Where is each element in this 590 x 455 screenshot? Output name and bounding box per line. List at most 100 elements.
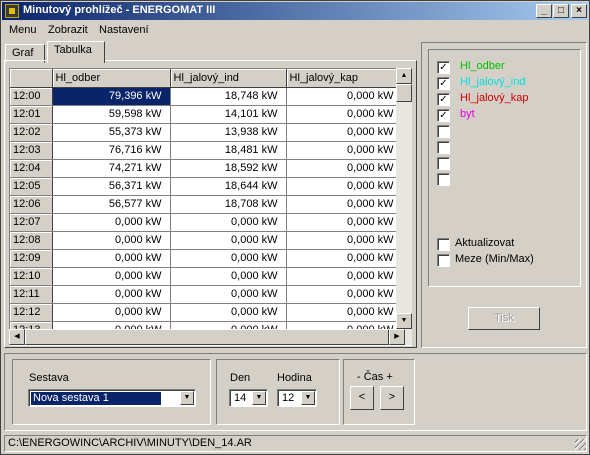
row-header[interactable]: 12:11 xyxy=(10,285,53,304)
vertical-scroll-thumb[interactable] xyxy=(396,84,412,102)
row-header[interactable]: 12:09 xyxy=(10,249,53,268)
series-checkbox[interactable] xyxy=(437,141,450,154)
table-cell[interactable]: 0,000 kW xyxy=(170,213,287,232)
horizontal-scrollbar[interactable]: ◀ ▶ xyxy=(9,329,412,345)
table-cell[interactable]: 0,000 kW xyxy=(52,285,171,304)
row-header[interactable]: 12:04 xyxy=(10,159,53,178)
vertical-scrollbar[interactable]: ▲ ▼ xyxy=(396,68,412,329)
menu-item-zobrazit[interactable]: Zobrazit xyxy=(48,24,88,36)
table-row[interactable]: 12:09 0,000 kW 0,000 kW 0,000 kW xyxy=(10,249,403,268)
row-header[interactable]: 12:08 xyxy=(10,231,53,250)
table-cell[interactable]: 14,101 kW xyxy=(170,105,287,124)
table-cell[interactable]: 0,000 kW xyxy=(286,195,403,214)
series-checkbox[interactable]: ✓ xyxy=(437,93,450,106)
series-checkbox[interactable]: ✓ xyxy=(437,109,450,122)
scroll-down-icon[interactable]: ▼ xyxy=(396,313,412,329)
table-cell[interactable]: 0,000 kW xyxy=(170,267,287,286)
table-cell[interactable]: 18,644 kW xyxy=(170,177,287,196)
time-prev-button[interactable]: < xyxy=(350,386,374,410)
close-icon[interactable]: × xyxy=(571,4,587,18)
series-checkbox[interactable]: ✓ xyxy=(437,61,450,74)
table-cell[interactable]: 74,271 kW xyxy=(52,159,171,178)
series-checkbox[interactable] xyxy=(437,173,450,186)
table-cell[interactable]: 79,396 kW xyxy=(52,87,171,106)
scroll-right-icon[interactable]: ▶ xyxy=(389,329,405,345)
table-cell[interactable]: 18,481 kW xyxy=(170,141,287,160)
scroll-up-icon[interactable]: ▲ xyxy=(396,68,412,84)
table-cell[interactable]: 0,000 kW xyxy=(286,249,403,268)
table-cell[interactable]: 0,000 kW xyxy=(170,303,287,322)
table-row[interactable]: 12:05 56,371 kW 18,644 kW 0,000 kW xyxy=(10,177,403,196)
table-row[interactable]: 12:04 74,271 kW 18,592 kW 0,000 kW xyxy=(10,159,403,178)
column-header-hl-jalovy-ind[interactable]: Hl_jalový_ind xyxy=(170,69,287,88)
table-cell[interactable]: 0,000 kW xyxy=(52,231,171,250)
column-header-hl-jalovy-kap[interactable]: Hl_jalový_kap xyxy=(286,69,403,88)
table-cell[interactable]: 0,000 kW xyxy=(52,213,171,232)
series-checkbox[interactable] xyxy=(437,125,450,138)
row-header[interactable]: 12:02 xyxy=(10,123,53,142)
dropdown-arrow-icon[interactable]: ▼ xyxy=(301,391,315,405)
row-header[interactable]: 12:03 xyxy=(10,141,53,160)
menu-item-menu[interactable]: Menu xyxy=(9,24,37,36)
series-checkbox[interactable]: ✓ xyxy=(437,77,450,90)
table-row[interactable]: 12:12 0,000 kW 0,000 kW 0,000 kW xyxy=(10,303,403,322)
table-cell[interactable]: 56,577 kW xyxy=(52,195,171,214)
table-row[interactable]: 12:10 0,000 kW 0,000 kW 0,000 kW xyxy=(10,267,403,286)
scroll-left-icon[interactable]: ◀ xyxy=(9,329,25,345)
table-row[interactable]: 12:03 76,716 kW 18,481 kW 0,000 kW xyxy=(10,141,403,160)
table-cell[interactable]: 0,000 kW xyxy=(170,249,287,268)
table-cell[interactable]: 59,598 kW xyxy=(52,105,171,124)
table-cell[interactable]: 0,000 kW xyxy=(286,123,403,142)
column-header-hl-odber[interactable]: Hl_odber xyxy=(52,69,171,88)
row-header[interactable]: 12:12 xyxy=(10,303,53,322)
table-cell[interactable]: 18,708 kW xyxy=(170,195,287,214)
aktualizovat-checkbox[interactable] xyxy=(437,238,450,251)
menu-item-nastaveni[interactable]: Nastavení xyxy=(99,24,149,36)
minimize-icon[interactable]: _ xyxy=(536,4,552,18)
hodina-select[interactable]: 12 ▼ xyxy=(277,389,317,407)
row-header[interactable]: 12:05 xyxy=(10,177,53,196)
den-select[interactable]: 14 ▼ xyxy=(229,389,268,407)
table-cell[interactable]: 13,938 kW xyxy=(170,123,287,142)
table-row[interactable]: 12:08 0,000 kW 0,000 kW 0,000 kW xyxy=(10,231,403,250)
table-row[interactable]: 12:06 56,577 kW 18,708 kW 0,000 kW xyxy=(10,195,403,214)
table-cell[interactable]: 56,371 kW xyxy=(52,177,171,196)
table-cell[interactable]: 55,373 kW xyxy=(52,123,171,142)
print-button[interactable]: Tisk xyxy=(468,307,540,330)
table-cell[interactable]: 0,000 kW xyxy=(52,249,171,268)
tab-tabulka[interactable]: Tabulka xyxy=(47,41,105,63)
table-row[interactable]: 12:07 0,000 kW 0,000 kW 0,000 kW xyxy=(10,213,403,232)
table-row[interactable]: 12:01 59,598 kW 14,101 kW 0,000 kW xyxy=(10,105,403,124)
dropdown-arrow-icon[interactable]: ▼ xyxy=(180,391,194,405)
sestava-select[interactable]: Nova sestava 1 ▼ xyxy=(28,389,196,407)
horizontal-scroll-thumb[interactable] xyxy=(25,329,389,345)
table-cell[interactable]: 76,716 kW xyxy=(52,141,171,160)
series-checkbox[interactable] xyxy=(437,157,450,170)
resize-grip-icon[interactable] xyxy=(575,439,586,450)
table-cell[interactable]: 0,000 kW xyxy=(286,141,403,160)
table-cell[interactable]: 18,748 kW xyxy=(170,87,287,106)
table-cell[interactable]: 0,000 kW xyxy=(170,285,287,304)
table-row[interactable]: 12:02 55,373 kW 13,938 kW 0,000 kW xyxy=(10,123,403,142)
row-header[interactable]: 12:01 xyxy=(10,105,53,124)
table-cell[interactable]: 0,000 kW xyxy=(286,105,403,124)
table-cell[interactable]: 0,000 kW xyxy=(286,231,403,250)
table-cell[interactable]: 0,000 kW xyxy=(52,303,171,322)
table-cell[interactable]: 0,000 kW xyxy=(52,267,171,286)
table-cell[interactable]: 0,000 kW xyxy=(286,159,403,178)
table-cell[interactable]: 18,592 kW xyxy=(170,159,287,178)
row-header[interactable]: 12:07 xyxy=(10,213,53,232)
maximize-icon[interactable]: □ xyxy=(553,4,569,18)
table-cell[interactable]: 0,000 kW xyxy=(170,231,287,250)
data-grid[interactable]: Hl_odber Hl_jalový_ind Hl_jalový_kap 12:… xyxy=(9,68,412,346)
row-header[interactable]: 12:00 xyxy=(10,87,53,106)
title-bar[interactable]: Minutový prohlížeč - ENERGOMAT III _ □ × xyxy=(2,2,588,20)
table-row[interactable]: 12:00 79,396 kW 18,748 kW 0,000 kW xyxy=(10,87,403,106)
table-cell[interactable]: 0,000 kW xyxy=(286,267,403,286)
row-header[interactable]: 12:06 xyxy=(10,195,53,214)
row-header[interactable]: 12:10 xyxy=(10,267,53,286)
table-row[interactable]: 12:11 0,000 kW 0,000 kW 0,000 kW xyxy=(10,285,403,304)
dropdown-arrow-icon[interactable]: ▼ xyxy=(252,391,266,405)
time-next-button[interactable]: > xyxy=(380,386,404,410)
table-cell[interactable]: 0,000 kW xyxy=(286,213,403,232)
